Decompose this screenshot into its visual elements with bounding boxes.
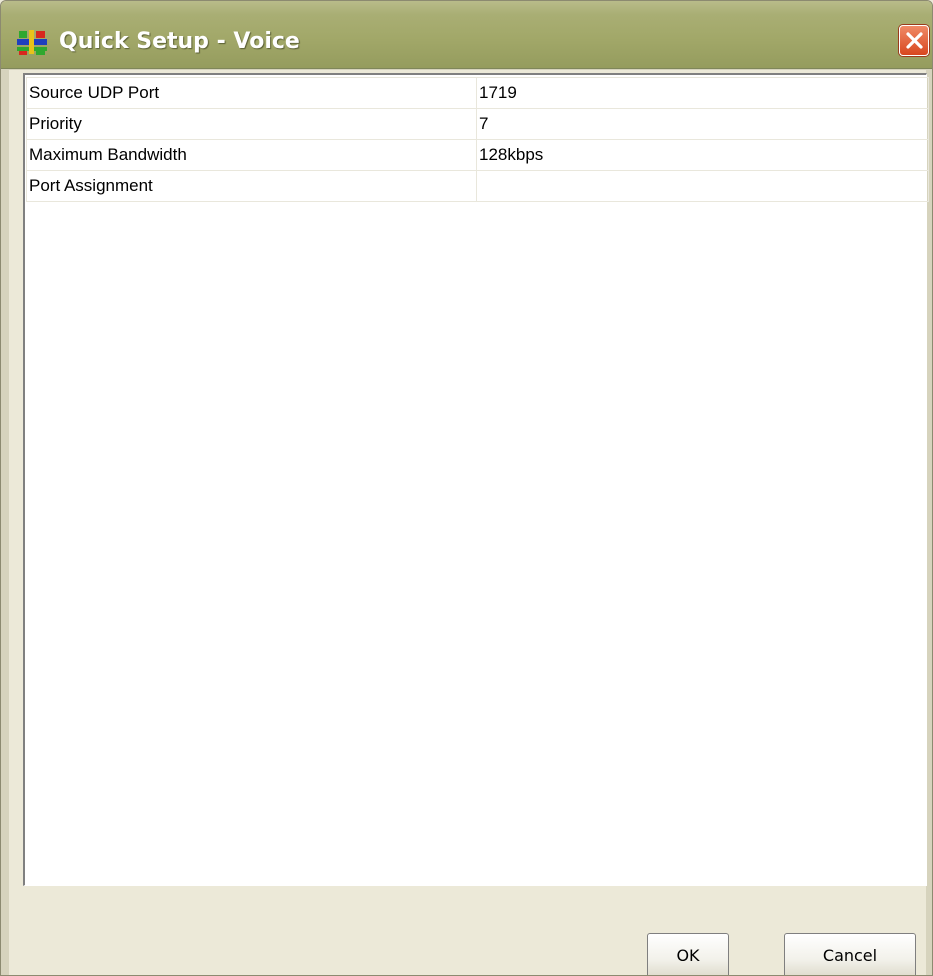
property-name: Port Assignment [26, 170, 477, 202]
property-value[interactable]: 1719 [476, 77, 929, 109]
close-button[interactable] [899, 25, 929, 56]
network-app-icon [15, 28, 49, 56]
dialog-body: Source UDP Port 1719 Priority 7 Maximum … [9, 70, 929, 975]
property-name: Maximum Bandwidth [26, 139, 477, 171]
table-row[interactable]: Source UDP Port 1719 [26, 77, 929, 109]
property-value[interactable] [476, 170, 929, 202]
property-name: Source UDP Port [26, 77, 477, 109]
property-table: Source UDP Port 1719 Priority 7 Maximum … [26, 77, 929, 202]
property-grid[interactable]: Source UDP Port 1719 Priority 7 Maximum … [23, 73, 929, 886]
title-bar[interactable]: Quick Setup - Voice [1, 1, 932, 69]
property-value[interactable]: 128kbps [476, 139, 929, 171]
window-title: Quick Setup - Voice [59, 29, 300, 54]
close-icon [906, 32, 923, 49]
quick-setup-dialog: Quick Setup - Voice Source UDP Port 1719… [0, 0, 933, 976]
table-row[interactable]: Maximum Bandwidth 128kbps [26, 139, 929, 171]
property-name: Priority [26, 108, 477, 140]
table-row[interactable]: Port Assignment [26, 170, 929, 202]
table-row[interactable]: Priority 7 [26, 108, 929, 140]
ok-button[interactable]: OK [647, 933, 729, 975]
cancel-button[interactable]: Cancel [784, 933, 916, 975]
property-value[interactable]: 7 [476, 108, 929, 140]
